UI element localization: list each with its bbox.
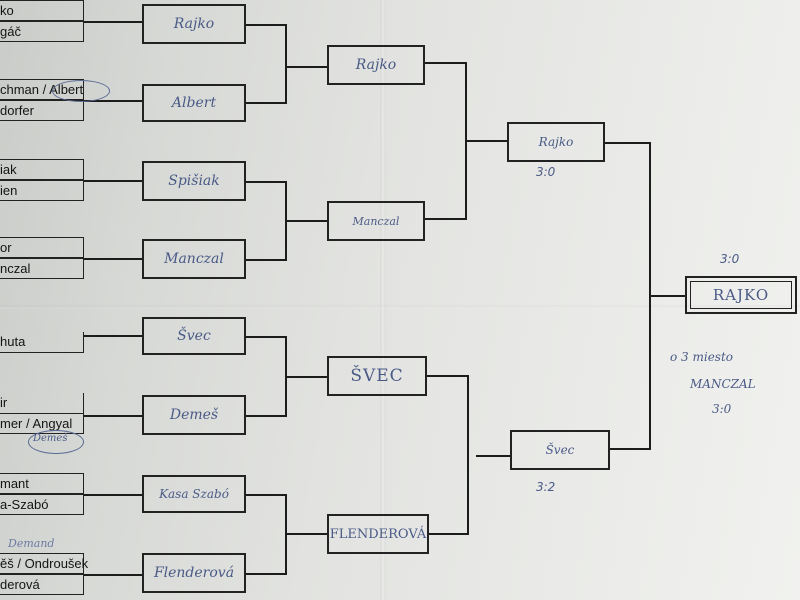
paper-fold-vertical <box>380 0 386 600</box>
player-name: ko <box>0 0 84 21</box>
third-place-note: o 3 miesto <box>670 350 734 364</box>
handwritten-note: Demand <box>8 537 55 550</box>
player-name: a-Szabó <box>0 494 84 515</box>
annotation-circle <box>52 80 110 102</box>
player-name: huta <box>0 332 84 353</box>
round2-box: Kasa Szabó <box>142 475 246 513</box>
final-winner-box: RAJKO <box>685 276 797 314</box>
player-name: iak <box>0 159 84 180</box>
player-name: ien <box>0 180 84 201</box>
player-name: nczal <box>0 258 84 279</box>
final-score: 3:0 <box>720 252 740 266</box>
round3-box: ŠVEC <box>327 356 427 396</box>
round2-box: Albert <box>142 84 246 122</box>
round2-box: Rajko <box>142 4 246 44</box>
circled-note: Demeš <box>33 433 68 444</box>
round3-box: Manczal <box>327 201 425 241</box>
round2-box: Manczal <box>142 239 246 279</box>
player-name: ir <box>0 393 84 414</box>
semifinal-box: Švec <box>510 430 610 470</box>
round2-box: Švec <box>142 317 246 355</box>
round2-box: Spišiak <box>142 161 246 201</box>
semifinal-box: Rajko <box>507 122 605 162</box>
player-name: ěš / Ondroušek <box>0 553 88 574</box>
bracket-paper: ko gáč chman / Albert dorfer iak ien or … <box>0 0 800 600</box>
player-name: or <box>0 237 84 258</box>
semifinal-score: 3:0 <box>536 165 556 179</box>
round3-box: FLENDEROVÁ <box>327 514 429 554</box>
round2-box: Demeš <box>142 395 246 435</box>
semifinal-score: 3:2 <box>536 480 556 494</box>
round2-box: Flenderová <box>142 553 246 593</box>
player-name: mant <box>0 473 84 494</box>
third-place-note: 3:0 <box>712 402 732 416</box>
paper-fold-horizontal <box>0 305 800 309</box>
player-name: dorfer <box>0 100 84 121</box>
round3-box: Rajko <box>327 45 425 85</box>
third-place-note: MANCZAL <box>690 377 756 391</box>
player-name: gáč <box>0 21 84 42</box>
player-name: derová <box>0 574 84 595</box>
